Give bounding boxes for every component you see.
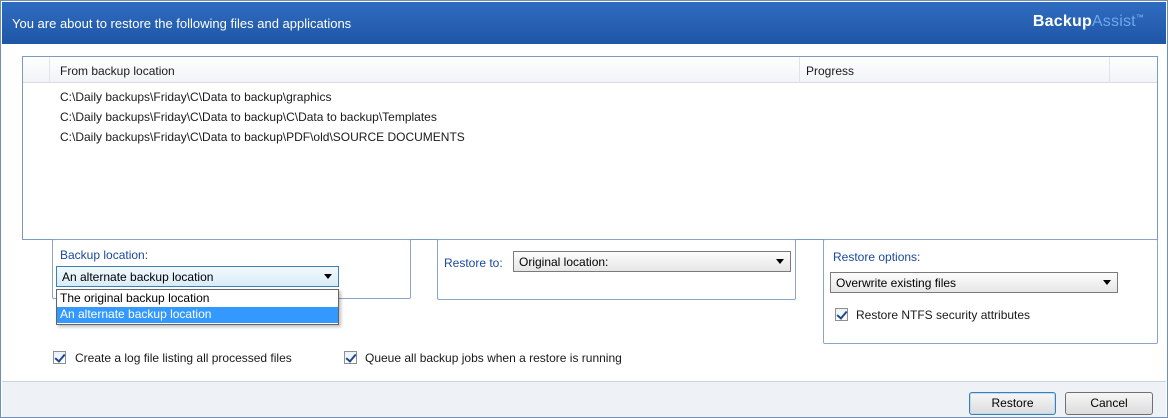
restore-options-select[interactable]: Overwrite existing files — [830, 272, 1118, 293]
dialog-footer: Restore Cancel — [2, 381, 1166, 417]
create-log-checkbox[interactable] — [53, 351, 66, 364]
restore-options-label: Restore options: — [833, 250, 921, 264]
ntfs-attributes-label: Restore NTFS security attributes — [856, 308, 1031, 322]
create-log-label: Create a log file listing all processed … — [75, 351, 292, 365]
column-separator — [49, 57, 50, 83]
restore-to-label: Restore to: — [444, 256, 503, 270]
backup-location-dropdown-list[interactable]: The original backup location An alternat… — [56, 289, 339, 325]
restore-button[interactable]: Restore — [969, 392, 1056, 415]
list-item[interactable]: C:\Daily backups\Friday\C\Data to backup… — [60, 130, 465, 144]
restore-dialog: You are about to restore the following f… — [0, 0, 1168, 418]
backup-location-value: An alternate backup location — [62, 270, 214, 284]
backupassist-logo: BackupAssist™ — [1032, 13, 1144, 30]
column-separator — [1109, 57, 1110, 83]
dialog-header: You are about to restore the following f… — [2, 2, 1166, 44]
ntfs-attributes-checkbox[interactable] — [835, 308, 848, 321]
chevron-down-icon — [324, 274, 332, 279]
list-item[interactable]: C:\Daily backups\Friday\C\Data to backup… — [60, 110, 437, 124]
dropdown-option-original[interactable]: The original backup location — [57, 291, 338, 307]
column-separator — [799, 57, 800, 83]
column-header-from-backup-location[interactable]: From backup location — [60, 64, 175, 78]
cancel-button[interactable]: Cancel — [1065, 392, 1153, 415]
queue-jobs-label: Queue all backup jobs when a restore is … — [365, 351, 622, 365]
dropdown-option-alternate[interactable]: An alternate backup location — [57, 307, 338, 323]
list-header: From backup location Progress — [23, 57, 1157, 83]
restore-options-value: Overwrite existing files — [836, 276, 957, 290]
backup-location-label: Backup location: — [60, 248, 149, 262]
chevron-down-icon — [1103, 280, 1111, 285]
column-header-progress[interactable]: Progress — [806, 64, 854, 78]
restore-to-select[interactable]: Original location: — [513, 251, 791, 272]
backup-location-select[interactable]: An alternate backup location — [56, 266, 339, 287]
chevron-down-icon — [776, 259, 784, 264]
list-item[interactable]: C:\Daily backups\Friday\C\Data to backup… — [60, 90, 331, 104]
restore-to-value: Original location: — [519, 255, 609, 269]
restore-file-list[interactable]: From backup location Progress C:\Daily b… — [22, 56, 1158, 240]
queue-jobs-checkbox[interactable] — [344, 351, 357, 364]
dialog-title: You are about to restore the following f… — [12, 16, 352, 31]
